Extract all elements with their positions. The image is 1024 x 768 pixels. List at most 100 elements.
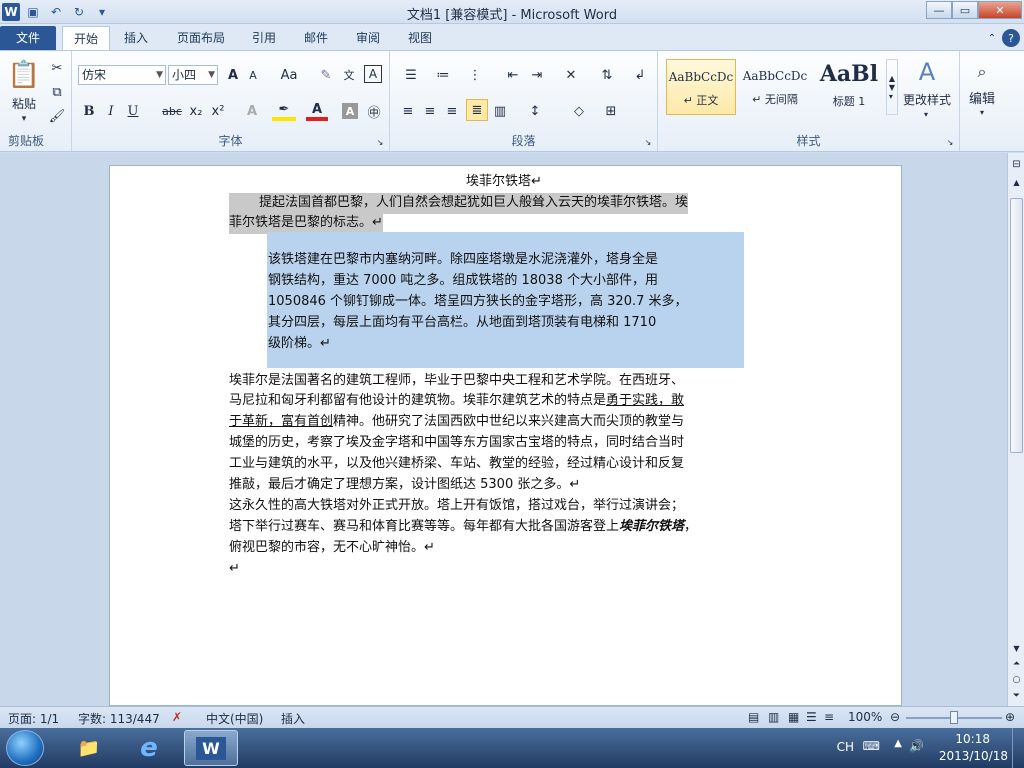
show-desktop-button[interactable] xyxy=(1012,728,1024,768)
justify-icon[interactable]: ≣ xyxy=(466,99,488,121)
print-layout-view-icon[interactable]: ▤ xyxy=(748,710,759,724)
paragraph-dialog-launcher-icon[interactable]: ↘ xyxy=(643,137,653,147)
full-screen-reading-icon[interactable]: ▥ xyxy=(768,710,779,724)
minimize-button[interactable]: — xyxy=(926,1,952,19)
zoom-in-icon[interactable]: ⊕ xyxy=(1005,710,1015,724)
style-no-spacing[interactable]: AaBbCcDc ↵ 无间隔 xyxy=(740,59,810,115)
change-styles-icon[interactable]: A xyxy=(902,58,952,86)
shrink-font-button[interactable]: A xyxy=(244,65,262,85)
keyboard-icon[interactable]: ⌨ xyxy=(863,739,880,753)
scroll-thumb[interactable] xyxy=(1010,198,1023,453)
cut-icon[interactable]: ✂ xyxy=(48,59,66,77)
align-center-icon[interactable]: ≡ xyxy=(420,101,440,121)
decrease-indent-icon[interactable]: ⇤ xyxy=(502,65,524,85)
change-styles-button[interactable]: 更改样式 xyxy=(898,91,956,107)
format-painter-icon[interactable]: 🖌 xyxy=(48,107,66,125)
outline-view-icon[interactable]: ☰ xyxy=(806,710,817,724)
change-case-button[interactable]: Aa xyxy=(276,65,302,85)
subscript-button[interactable]: x₂ xyxy=(186,101,206,121)
font-size-combo[interactable]: 小四 ▼ xyxy=(168,65,218,85)
font-color-icon[interactable]: A xyxy=(306,101,328,121)
file-explorer-icon[interactable]: 📁 xyxy=(62,730,116,766)
font-name-combo[interactable]: 仿宋 ▼ xyxy=(78,65,166,85)
vertical-scrollbar[interactable]: ⊟ ▲ ▼ ⏶ ○ ⏷ xyxy=(1007,153,1024,706)
help-icon[interactable]: ? xyxy=(1002,29,1020,47)
start-button[interactable] xyxy=(6,730,44,766)
draft-view-icon[interactable]: ≡ xyxy=(824,710,834,724)
internet-explorer-icon[interactable]: e xyxy=(122,730,176,766)
language-indicator[interactable]: 中文(中国) xyxy=(206,710,263,727)
document-page[interactable]: 埃菲尔铁塔↵ 提起法国首都巴黎，人们自然会想起犹如巨人般耸入云天的埃菲尔铁塔。埃… xyxy=(109,165,902,706)
align-right-icon[interactable]: ≡ xyxy=(442,101,462,121)
styles-dialog-launcher-icon[interactable]: ↘ xyxy=(945,137,955,147)
enclose-characters-icon[interactable]: ㊥ xyxy=(364,101,384,121)
tab-review[interactable]: 审阅 xyxy=(346,26,390,50)
paste-dropdown-icon[interactable]: ▾ xyxy=(16,113,32,125)
tab-home[interactable]: 开始 xyxy=(62,26,110,50)
paste-button[interactable]: 粘贴 xyxy=(6,95,42,111)
word-taskbar-item[interactable]: W xyxy=(184,730,238,766)
next-page-icon[interactable]: ⏷ xyxy=(1010,689,1023,703)
clock-date[interactable]: 2013/10/18 xyxy=(939,749,1008,763)
page-indicator[interactable]: 页面: 1/1 xyxy=(8,710,59,727)
distributed-icon[interactable]: ▥ xyxy=(490,101,510,121)
superscript-button[interactable]: x² xyxy=(208,101,228,121)
web-layout-icon[interactable]: ▦ xyxy=(788,710,799,724)
zoom-out-icon[interactable]: ⊖ xyxy=(890,710,900,724)
paste-icon[interactable]: 📋 xyxy=(8,57,40,93)
underline-button[interactable]: U xyxy=(124,101,142,121)
editing-button[interactable]: 编辑 xyxy=(964,89,1000,107)
chinese-layout-icon[interactable]: ✕ xyxy=(558,65,584,85)
style-normal[interactable]: AaBbCcDc ↵ 正文 xyxy=(666,59,736,115)
tab-view[interactable]: 视图 xyxy=(398,26,442,50)
tab-mailings[interactable]: 邮件 xyxy=(294,26,338,50)
character-border-button[interactable]: A xyxy=(364,65,382,83)
ruler-toggle-icon[interactable]: ⊟ xyxy=(1010,157,1023,171)
bullets-icon[interactable]: ☰ xyxy=(398,65,424,85)
insert-mode[interactable]: 插入 xyxy=(281,710,305,727)
grow-font-button[interactable]: A xyxy=(224,65,242,85)
clear-formatting-icon[interactable]: ✎ xyxy=(316,65,336,85)
character-shading-icon[interactable]: A xyxy=(342,103,358,119)
highlight-icon[interactable]: ✒ xyxy=(272,101,296,121)
numbering-icon[interactable]: ≔ xyxy=(430,65,456,85)
tab-page-layout[interactable]: 页面布局 xyxy=(168,26,234,50)
styles-scroll-icon[interactable]: ▲ ▼ ▾ xyxy=(886,59,898,115)
browse-object-icon[interactable]: ○ xyxy=(1010,673,1023,687)
font-dialog-launcher-icon[interactable]: ↘ xyxy=(375,137,385,147)
phonetic-guide-icon[interactable]: 文 xyxy=(338,65,360,85)
previous-page-icon[interactable]: ⏶ xyxy=(1010,657,1023,671)
style-heading-1[interactable]: AaBl 标题 1 xyxy=(814,59,884,115)
maximize-button[interactable]: ▭ xyxy=(952,1,978,19)
bold-button[interactable]: B xyxy=(80,101,98,121)
close-button[interactable]: ✕ xyxy=(978,1,1022,19)
show-marks-icon[interactable]: ↲ xyxy=(630,65,650,85)
copy-icon[interactable]: ⧉ xyxy=(48,83,66,101)
increase-indent-icon[interactable]: ⇥ xyxy=(526,65,548,85)
clock-time[interactable]: 10:18 xyxy=(955,732,990,746)
show-hidden-icons-icon[interactable]: ▲ xyxy=(894,738,902,749)
line-spacing-icon[interactable]: ↕ xyxy=(522,101,548,121)
italic-button[interactable]: I xyxy=(102,101,120,121)
scroll-down-icon[interactable]: ▼ xyxy=(1010,641,1023,655)
tab-insert[interactable]: 插入 xyxy=(114,26,158,50)
proofing-icon[interactable]: ✗ xyxy=(172,710,182,724)
multilevel-list-icon[interactable]: ⋮ xyxy=(462,65,488,85)
scroll-up-icon[interactable]: ▲ xyxy=(1010,175,1023,189)
ime-indicator[interactable]: CH xyxy=(837,740,854,754)
borders-icon[interactable]: ⊞ xyxy=(598,101,624,121)
tab-file[interactable]: 文件 xyxy=(0,26,56,50)
word-count[interactable]: 字数: 113/447 xyxy=(78,710,160,727)
tab-references[interactable]: 引用 xyxy=(242,26,286,50)
text-effects-icon[interactable]: A xyxy=(242,101,262,121)
align-left-icon[interactable]: ≡ xyxy=(398,101,418,121)
chevron-down-icon: ▾ xyxy=(979,107,984,117)
find-icon[interactable]: ⌕ xyxy=(970,61,994,83)
shading-icon[interactable]: ◇ xyxy=(566,101,592,121)
minimize-ribbon-icon[interactable]: ⌃ xyxy=(984,30,1000,46)
sort-icon[interactable]: ⇅ xyxy=(594,65,620,85)
volume-icon[interactable]: 🔊 xyxy=(909,739,924,753)
zoom-slider-handle[interactable] xyxy=(950,711,958,724)
strikethrough-button[interactable]: abc xyxy=(160,101,184,121)
zoom-level[interactable]: 100% xyxy=(848,710,882,724)
